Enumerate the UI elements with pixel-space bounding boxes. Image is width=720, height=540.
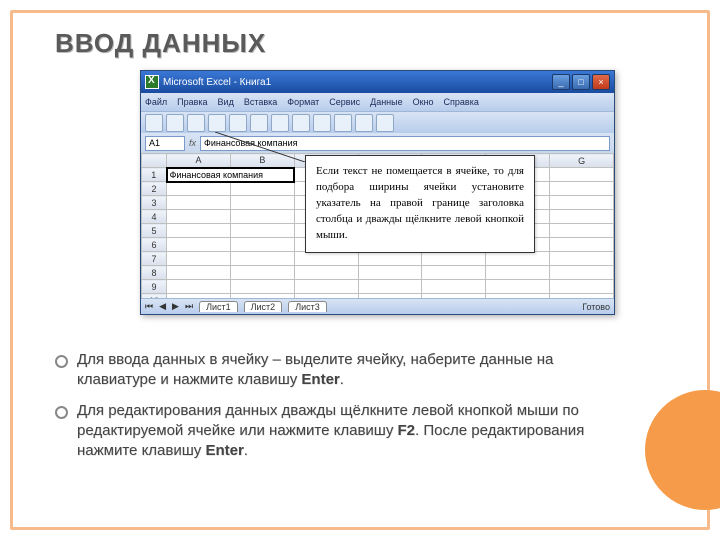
row-header[interactable]: 9 [142, 280, 167, 294]
row-header[interactable]: 7 [142, 252, 167, 266]
formula-bar: A1 fx Финансовая компания [141, 133, 614, 153]
callout-box: Если текст не помещается в ячейке, то дл… [305, 155, 535, 253]
nav-last-icon[interactable]: ⏭ [185, 301, 193, 312]
toolbar-copy-icon[interactable] [250, 114, 268, 132]
menu-bar: Файл Правка Вид Вставка Формат Сервис Да… [141, 93, 614, 111]
menu-data[interactable]: Данные [370, 97, 403, 107]
sheet-tab-1[interactable]: Лист1 [199, 301, 238, 312]
cell-a1[interactable]: Финансовая компания [167, 168, 295, 182]
select-all-corner[interactable] [142, 154, 167, 168]
toolbar-new-icon[interactable] [145, 114, 163, 132]
toolbar-print-icon[interactable] [208, 114, 226, 132]
window-buttons: _ □ × [552, 74, 610, 90]
toolbar-paste-icon[interactable] [271, 114, 289, 132]
window-titlebar: Microsoft Excel - Книга1 _ □ × [141, 71, 614, 93]
toolbar-undo-icon[interactable] [292, 114, 310, 132]
menu-edit[interactable]: Правка [177, 97, 207, 107]
close-button[interactable]: × [592, 74, 610, 90]
toolbar-save-icon[interactable] [187, 114, 205, 132]
toolbar-open-icon[interactable] [166, 114, 184, 132]
row-header[interactable]: 10 [142, 294, 167, 299]
status-text: Готово [582, 302, 610, 312]
row-header[interactable]: 4 [142, 210, 167, 224]
toolbar [141, 111, 614, 133]
row-header[interactable]: 5 [142, 224, 167, 238]
toolbar-redo-icon[interactable] [313, 114, 331, 132]
row-header[interactable]: 3 [142, 196, 167, 210]
row-header[interactable]: 2 [142, 182, 167, 196]
sheet-tab-3[interactable]: Лист3 [288, 301, 327, 312]
col-header-g[interactable]: G [550, 154, 614, 168]
bullet-list: Для ввода данных в ячейку – выделите яче… [55, 350, 590, 471]
toolbar-sum-icon[interactable] [334, 114, 352, 132]
menu-view[interactable]: Вид [218, 97, 234, 107]
toolbar-chart-icon[interactable] [376, 114, 394, 132]
menu-help[interactable]: Справка [444, 97, 479, 107]
nav-first-icon[interactable]: ⏮ [145, 301, 153, 312]
menu-file[interactable]: Файл [145, 97, 167, 107]
bullet-item-2: Для редактирования данных дважды щёлкнит… [55, 401, 590, 462]
row-header[interactable]: 6 [142, 238, 167, 252]
callout-pointer-line [215, 132, 305, 162]
row-header[interactable]: 1 [142, 168, 167, 182]
menu-format[interactable]: Формат [287, 97, 319, 107]
window-title-text: Microsoft Excel - Книга1 [163, 77, 552, 88]
slide-title: ВВОД ДАННЫХ [55, 28, 266, 59]
status-bar: ⏮ ◀ ▶ ⏭ Лист1 Лист2 Лист3 Готово [141, 298, 614, 314]
nav-prev-icon[interactable]: ◀ [159, 301, 166, 312]
nav-next-icon[interactable]: ▶ [172, 301, 179, 312]
menu-window[interactable]: Окно [413, 97, 434, 107]
bullet-item-1: Для ввода данных в ячейку – выделите яче… [55, 350, 590, 391]
menu-insert[interactable]: Вставка [244, 97, 277, 107]
minimize-button[interactable]: _ [552, 74, 570, 90]
row-header[interactable]: 8 [142, 266, 167, 280]
fx-icon[interactable]: fx [189, 138, 196, 148]
toolbar-sort-icon[interactable] [355, 114, 373, 132]
toolbar-cut-icon[interactable] [229, 114, 247, 132]
name-box[interactable]: A1 [145, 136, 185, 151]
sheet-tab-2[interactable]: Лист2 [244, 301, 283, 312]
excel-app-icon [145, 75, 159, 89]
maximize-button[interactable]: □ [572, 74, 590, 90]
menu-tools[interactable]: Сервис [329, 97, 360, 107]
